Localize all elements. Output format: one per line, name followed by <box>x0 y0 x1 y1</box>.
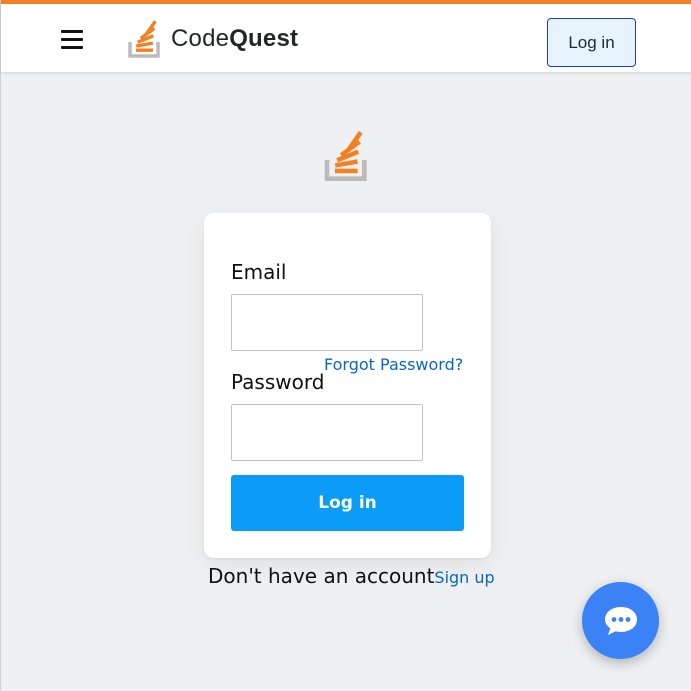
login-submit-button[interactable]: Log in <box>231 475 464 531</box>
brand-name-part1: Code <box>171 25 230 52</box>
top-navigation-bar: CodeQuest Log in <box>1 0 691 72</box>
brand-name-part2: Quest <box>229 25 299 52</box>
signup-prompt: Don't have an accountSign up <box>208 564 495 588</box>
chat-button[interactable] <box>582 582 659 659</box>
brand-home-link[interactable]: CodeQuest <box>127 18 298 60</box>
signup-link[interactable]: Sign up <box>434 568 494 587</box>
hamburger-icon[interactable] <box>61 30 83 49</box>
password-field[interactable] <box>231 404 423 461</box>
stack-logo-icon <box>128 20 160 58</box>
login-page: CodeQuest Log in Email Forgot Password? … <box>0 0 691 691</box>
email-label: Email <box>231 260 287 284</box>
email-field[interactable] <box>231 294 423 351</box>
brand-name: CodeQuest <box>171 25 298 53</box>
password-label: Password <box>231 370 325 394</box>
no-account-text: Don't have an account <box>208 564 435 588</box>
header-login-button[interactable]: Log in <box>547 18 636 67</box>
stack-logo-icon <box>324 131 367 181</box>
chat-bubble-icon <box>604 606 637 635</box>
login-form-card: Email Forgot Password? Password Log in <box>204 213 491 558</box>
forgot-password-link[interactable]: Forgot Password? <box>324 355 463 374</box>
